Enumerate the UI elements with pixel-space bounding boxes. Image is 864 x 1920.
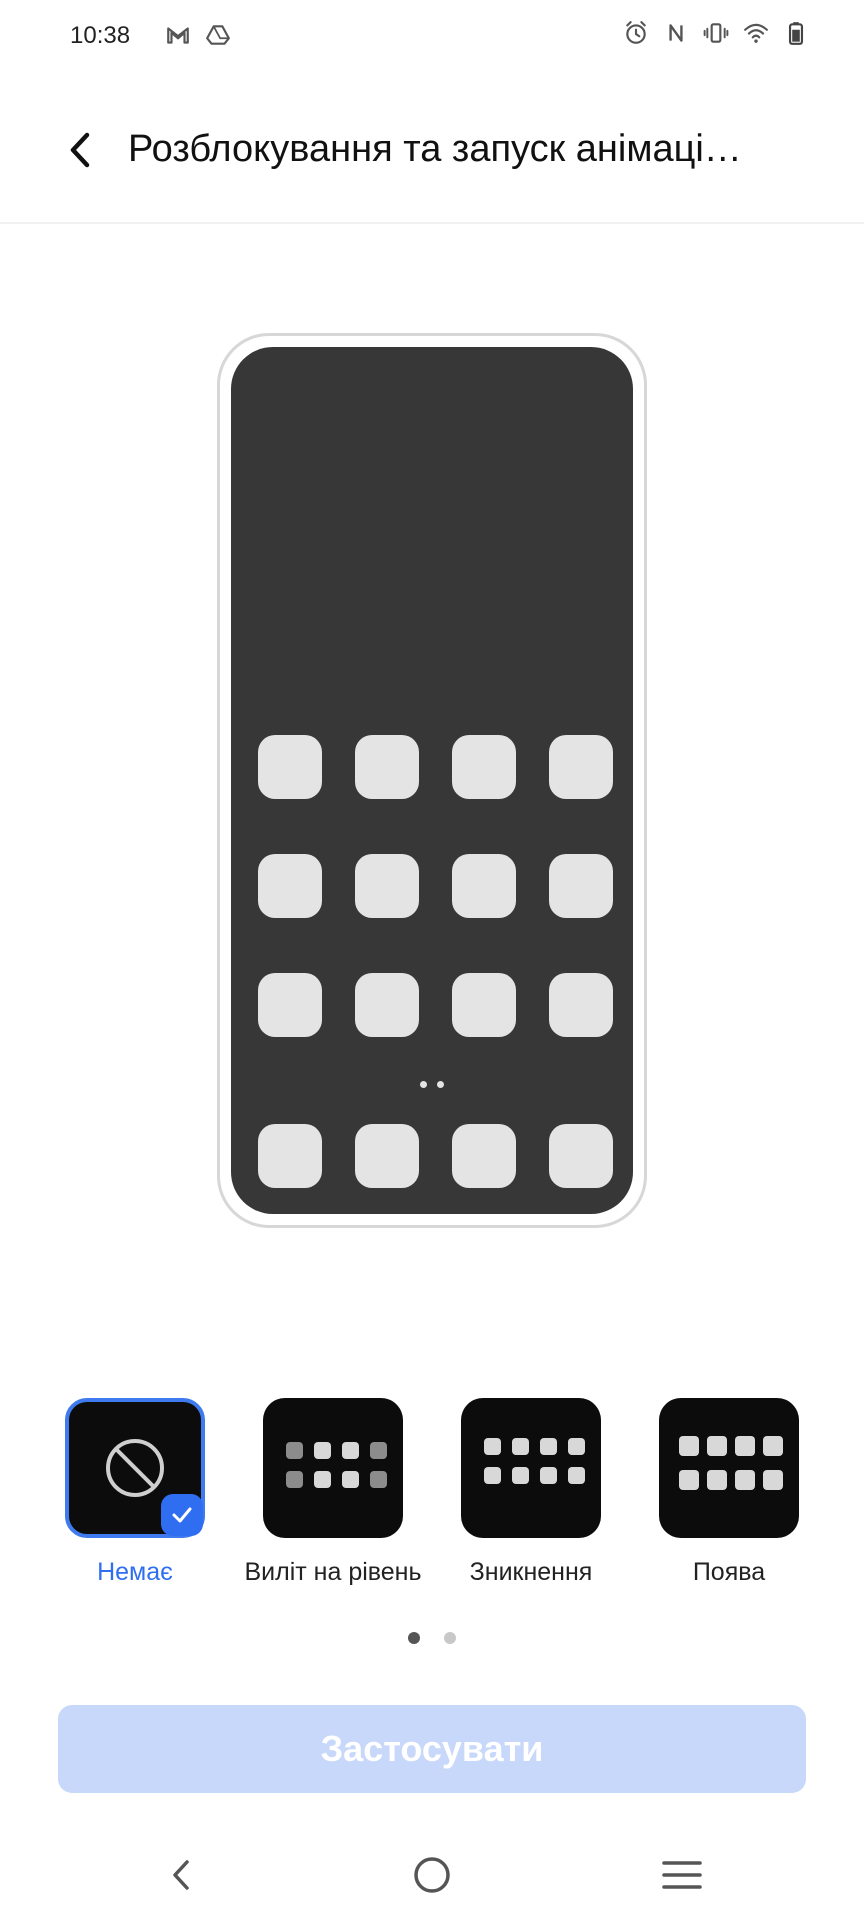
mini-app bbox=[314, 1442, 331, 1459]
appear-grid-icon bbox=[679, 1436, 783, 1490]
preview-screen bbox=[231, 347, 633, 1214]
status-bar: 10:38 bbox=[0, 0, 864, 70]
preview-app-icon bbox=[355, 854, 419, 918]
preview-app-icon bbox=[549, 735, 613, 799]
apply-button[interactable]: Застосувати bbox=[58, 1705, 806, 1793]
option-label: Виліт на рівень bbox=[244, 1558, 422, 1586]
preview-page-dot bbox=[420, 1081, 427, 1088]
wifi-icon bbox=[744, 23, 768, 43]
mini-app bbox=[342, 1471, 359, 1488]
gmail-icon bbox=[167, 27, 189, 44]
option-none[interactable]: Немає bbox=[40, 1398, 230, 1587]
preview-dock bbox=[258, 1124, 613, 1188]
mini-app bbox=[568, 1467, 585, 1484]
mini-app bbox=[735, 1436, 755, 1456]
mini-app bbox=[370, 1471, 387, 1488]
mini-app bbox=[540, 1467, 557, 1484]
fly-in-grid-icon bbox=[286, 1442, 387, 1488]
preview-app-icon bbox=[549, 973, 613, 1037]
pager-dot-active[interactable] bbox=[408, 1632, 420, 1644]
mini-app bbox=[540, 1438, 557, 1455]
preview-app-icon bbox=[452, 973, 516, 1037]
preview-page-dots bbox=[231, 1081, 633, 1088]
option-label: Поява bbox=[692, 1558, 766, 1586]
vibrate-icon bbox=[703, 23, 729, 43]
option-appear[interactable]: Поява bbox=[634, 1398, 824, 1587]
nav-recents-button[interactable] bbox=[652, 1845, 712, 1905]
status-time: 10:38 bbox=[70, 22, 131, 49]
selected-check-badge bbox=[161, 1494, 203, 1536]
preview-app-icon bbox=[549, 854, 613, 918]
alarm-icon bbox=[626, 21, 646, 44]
preview-dock-icon bbox=[549, 1124, 613, 1188]
mini-app bbox=[763, 1436, 783, 1456]
mini-app bbox=[679, 1470, 699, 1490]
options-pager bbox=[0, 1632, 864, 1644]
mini-app bbox=[763, 1470, 783, 1490]
mini-app bbox=[286, 1471, 303, 1488]
option-thumbnail[interactable] bbox=[263, 1398, 403, 1538]
mini-app bbox=[314, 1471, 331, 1488]
animation-preview bbox=[217, 333, 647, 1228]
option-label: Зникнення bbox=[469, 1558, 593, 1586]
preview-app-icon bbox=[355, 973, 419, 1037]
preview-dock-icon bbox=[258, 1124, 322, 1188]
mini-app bbox=[484, 1467, 501, 1484]
chevron-left-icon bbox=[70, 132, 90, 168]
preview-app-icon bbox=[452, 735, 516, 799]
nfc-icon bbox=[669, 24, 683, 42]
option-fade-out[interactable]: Зникнення bbox=[436, 1398, 626, 1587]
system-icons bbox=[623, 20, 809, 46]
header-divider bbox=[0, 222, 864, 224]
preview-dock-icon bbox=[355, 1124, 419, 1188]
fade-out-grid-icon bbox=[484, 1438, 585, 1484]
nav-home-button[interactable] bbox=[402, 1845, 462, 1905]
option-thumbnail[interactable] bbox=[659, 1398, 799, 1538]
option-label: Немає bbox=[97, 1558, 173, 1586]
preview-app-icon bbox=[355, 735, 419, 799]
mini-app bbox=[342, 1442, 359, 1459]
mini-app bbox=[568, 1438, 585, 1455]
mini-app bbox=[512, 1467, 529, 1484]
navigation-bar bbox=[0, 1835, 864, 1915]
page-title: Розблокування та запуск анімаці… bbox=[128, 128, 742, 170]
drive-icon bbox=[206, 25, 230, 45]
mini-app bbox=[679, 1436, 699, 1456]
mini-app bbox=[707, 1436, 727, 1456]
mini-app bbox=[286, 1442, 303, 1459]
notification-icons bbox=[165, 22, 231, 48]
preview-page-dot bbox=[437, 1081, 444, 1088]
option-thumbnail[interactable] bbox=[65, 1398, 205, 1538]
check-icon bbox=[172, 1507, 192, 1523]
home-icon bbox=[414, 1857, 450, 1893]
preview-app-icon bbox=[258, 973, 322, 1037]
preview-app-icon bbox=[258, 735, 322, 799]
recents-icon bbox=[662, 1861, 702, 1889]
mini-app bbox=[512, 1438, 529, 1455]
header: Розблокування та запуск анімаці… bbox=[0, 90, 864, 220]
mini-app bbox=[484, 1438, 501, 1455]
none-circle-icon bbox=[106, 1439, 164, 1497]
mini-app bbox=[735, 1470, 755, 1490]
back-icon bbox=[173, 1860, 189, 1890]
preview-app-grid bbox=[258, 735, 613, 1037]
mini-app bbox=[707, 1470, 727, 1490]
mini-app bbox=[370, 1442, 387, 1459]
nav-back-button[interactable] bbox=[152, 1845, 212, 1905]
pager-dot[interactable] bbox=[444, 1632, 456, 1644]
preview-dock-icon bbox=[452, 1124, 516, 1188]
back-button[interactable] bbox=[50, 120, 110, 180]
animation-options: Немає Виліт на рівень Зникнення Поява bbox=[0, 1398, 864, 1598]
battery-icon bbox=[788, 22, 804, 45]
option-fly-in[interactable]: Виліт на рівень bbox=[238, 1398, 428, 1587]
preview-app-icon bbox=[258, 854, 322, 918]
preview-app-icon bbox=[452, 854, 516, 918]
option-thumbnail[interactable] bbox=[461, 1398, 601, 1538]
